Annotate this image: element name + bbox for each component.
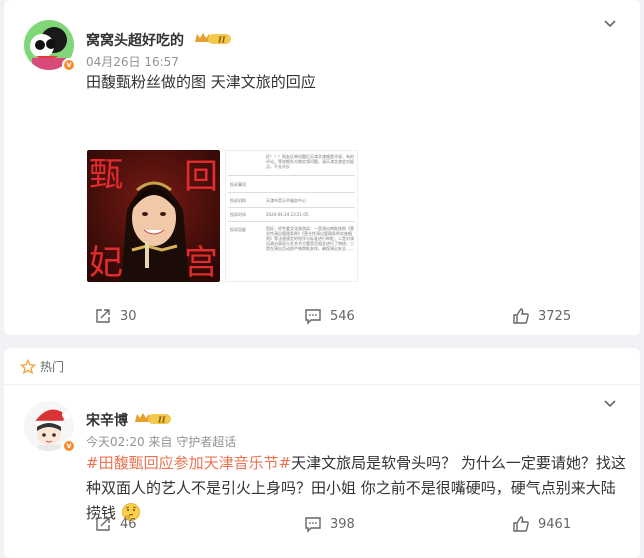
star-icon [20, 358, 36, 374]
post-image-2[interactable]: 好！！！网友反映问题后天津文旅顺差评说，有的评论，等较期系方做实领问题。请天津文… [225, 150, 358, 282]
level-badge-icon: II [195, 33, 231, 45]
post-meta[interactable]: 今天02:20 来自 守护者超话 [86, 433, 236, 450]
comment-icon [305, 309, 321, 325]
doc-label: 投诉时间 [230, 212, 246, 217]
doc-label: 投诉回复 [230, 227, 246, 232]
share-icon [96, 309, 110, 323]
post-card-2: 热门 v 宋辛博 II 今天02:20 来自 守护者超话 #田馥甄回应参加天津音… [4, 348, 640, 558]
level-badge-text: II [217, 35, 226, 45]
share-icon [96, 517, 110, 531]
doc-label: 投诉机构 [230, 198, 246, 203]
doc-reply: 您好，经专委文化旅游局：一是演出审批按照《营业性演出管理条例》《营业性演出管理条… [266, 226, 354, 251]
poster-image: 甄 回 宫 妃 [87, 150, 220, 282]
user-name[interactable]: 窝窝头超好吃的 [86, 30, 184, 50]
poster-char: 回 [184, 157, 218, 197]
comment-count: 546 [330, 308, 355, 324]
comment-button[interactable]: 546 [304, 307, 355, 325]
post-card-1: v 窝窝头超好吃的 II 04月26日 16:57 田馥甄粉丝做的图 天津文旅的… [4, 0, 640, 335]
thumbs-up-icon [513, 308, 529, 324]
like-count: 3725 [538, 308, 572, 324]
verified-badge-icon: v [62, 58, 76, 72]
hot-label: 热门 [40, 360, 65, 374]
post-text: 田馥甄粉丝做的图 天津文旅的回应 [86, 73, 316, 91]
poster-char: 宫 [184, 243, 218, 282]
doc-divider [228, 221, 355, 222]
doc-divider [228, 207, 355, 208]
like-button[interactable]: 3725 [512, 307, 571, 325]
repost-count: 30 [120, 308, 137, 324]
doc-divider [228, 175, 355, 176]
like-button[interactable]: 9461 [512, 515, 571, 533]
comment-icon [305, 517, 321, 533]
like-count: 9461 [538, 516, 572, 532]
doc-divider [228, 192, 355, 193]
repost-button[interactable]: 30 [94, 307, 137, 325]
comment-button[interactable]: 398 [304, 515, 355, 533]
verified-badge-icon: v [62, 439, 76, 453]
thumbs-up-icon [513, 516, 529, 532]
divider [4, 384, 640, 385]
hashtag-link[interactable]: #田馥甄回应参加天津音乐节# [86, 454, 291, 472]
repost-button[interactable]: 46 [94, 515, 137, 533]
post-image-1[interactable]: 甄 回 宫 妃 [87, 150, 220, 282]
repost-count: 46 [120, 516, 137, 532]
post-time[interactable]: 04月26日 16:57 [86, 53, 179, 70]
level-badge-text: II [157, 415, 166, 425]
doc-time: 2024-04-24 23:21:05 [266, 212, 309, 217]
doc-org: 天津市音乐节服务中心 [266, 198, 306, 203]
user-name[interactable]: 宋辛博 [86, 410, 128, 430]
poster-char: 妃 [89, 243, 123, 282]
hot-section-header: 热门 [20, 358, 64, 375]
doc-top-text: 好！！！网友反映问题后天津文旅顺差评说，有的评论，等较期系方做实领问题。请天津文… [266, 154, 354, 169]
doc-label: 投诉事项 [230, 182, 246, 187]
level-badge-icon: II [135, 413, 171, 425]
comment-count: 398 [330, 516, 355, 532]
poster-char: 甄 [89, 155, 123, 195]
chevron-down-icon[interactable] [602, 16, 618, 32]
chevron-down-icon[interactable] [602, 396, 618, 412]
